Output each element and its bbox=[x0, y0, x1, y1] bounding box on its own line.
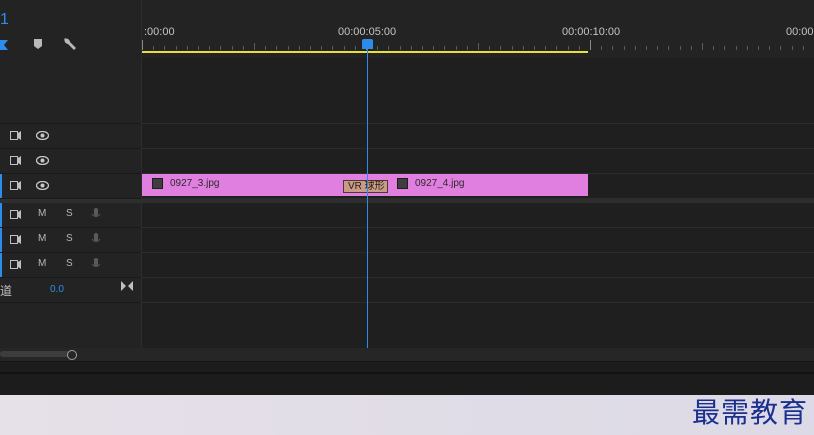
track-header-a3[interactable]: M S bbox=[0, 253, 141, 278]
track-area-a3[interactable] bbox=[142, 253, 814, 278]
timecode-label: 00:00:05:00 bbox=[338, 26, 397, 38]
go-to-in-out-icon[interactable] bbox=[121, 281, 133, 291]
snap-icon[interactable] bbox=[0, 36, 16, 52]
eye-icon[interactable] bbox=[36, 131, 49, 140]
toggle-sync-lock-icon[interactable] bbox=[10, 156, 21, 165]
fx-badge-icon bbox=[397, 178, 408, 189]
timecode-label: 00:00 bbox=[786, 26, 814, 38]
track-area-master[interactable] bbox=[142, 278, 814, 303]
track-header-v1[interactable] bbox=[0, 174, 141, 199]
timecode-label: :00:00 bbox=[144, 26, 175, 38]
watermark-logo: 最需教育 bbox=[691, 396, 808, 429]
track-target-indicator bbox=[0, 174, 2, 198]
microphone-icon[interactable] bbox=[92, 233, 100, 245]
mute-button[interactable]: M bbox=[38, 208, 46, 219]
playhead-line[interactable] bbox=[367, 48, 368, 348]
fx-badge-icon bbox=[152, 178, 163, 189]
track-target-indicator bbox=[0, 203, 2, 227]
master-volume-value[interactable]: 0.0 bbox=[50, 284, 64, 295]
zoom-scroll-handle[interactable] bbox=[67, 350, 77, 360]
timecode-label: 00:00:10:00 bbox=[562, 26, 621, 38]
microphone-icon[interactable] bbox=[92, 258, 100, 270]
track-header-spacer bbox=[0, 58, 141, 124]
track-header-v2[interactable] bbox=[0, 149, 141, 174]
microphone-icon[interactable] bbox=[92, 208, 100, 220]
solo-button[interactable]: S bbox=[66, 208, 73, 219]
track-header-a1[interactable]: M S bbox=[0, 203, 141, 228]
track-target-indicator bbox=[0, 253, 2, 277]
track-header-a2[interactable]: M S bbox=[0, 228, 141, 253]
solo-button[interactable]: S bbox=[66, 258, 73, 269]
solo-button[interactable]: S bbox=[66, 233, 73, 244]
toggle-sync-lock-icon[interactable] bbox=[10, 181, 21, 190]
clip-name: 0927_3.jpg bbox=[170, 178, 220, 189]
mute-button[interactable]: M bbox=[38, 258, 46, 269]
work-area-bar[interactable] bbox=[142, 51, 588, 53]
track-area-v3[interactable] bbox=[142, 124, 814, 149]
timeline-spacer bbox=[142, 58, 814, 124]
clip-name: 0927_4.jpg bbox=[415, 178, 465, 189]
clip-0927-3[interactable]: 0927_3.jpg bbox=[142, 174, 366, 196]
track-header-master[interactable]: 道 0.0 bbox=[0, 278, 141, 303]
horizontal-scrollbar[interactable] bbox=[0, 348, 814, 361]
playhead-handle[interactable] bbox=[362, 39, 373, 49]
toggle-sync-lock-icon[interactable] bbox=[10, 131, 21, 140]
track-area-a2[interactable] bbox=[142, 228, 814, 253]
mute-button[interactable]: M bbox=[38, 233, 46, 244]
track-header-bottom-spacer bbox=[0, 303, 141, 348]
zoom-scroll-track[interactable] bbox=[0, 351, 70, 357]
timeline-bottom-spacer bbox=[142, 303, 814, 348]
marker-icon[interactable] bbox=[30, 36, 46, 52]
toggle-sync-lock-icon[interactable] bbox=[10, 260, 21, 269]
wrench-icon[interactable] bbox=[62, 36, 78, 52]
track-area-v2[interactable] bbox=[142, 149, 814, 174]
track-header-v3[interactable] bbox=[0, 124, 141, 149]
panel-bottom-divider bbox=[0, 372, 814, 374]
header-separator bbox=[141, 0, 142, 348]
sequence-number: 1 bbox=[0, 11, 9, 28]
clip-0927-4[interactable]: 0927_4.jpg bbox=[366, 174, 588, 196]
ruler-ticks bbox=[142, 40, 804, 50]
track-target-indicator bbox=[0, 228, 2, 252]
toggle-sync-lock-icon[interactable] bbox=[10, 210, 21, 219]
eye-icon[interactable] bbox=[36, 156, 49, 165]
transition-vr-spherical[interactable]: VR 球形 bbox=[343, 180, 388, 193]
eye-icon[interactable] bbox=[36, 181, 49, 190]
track-area-a1[interactable] bbox=[142, 203, 814, 228]
time-ruler[interactable] bbox=[142, 0, 814, 58]
toggle-sync-lock-icon[interactable] bbox=[10, 235, 21, 244]
master-label: 道 bbox=[0, 284, 13, 298]
